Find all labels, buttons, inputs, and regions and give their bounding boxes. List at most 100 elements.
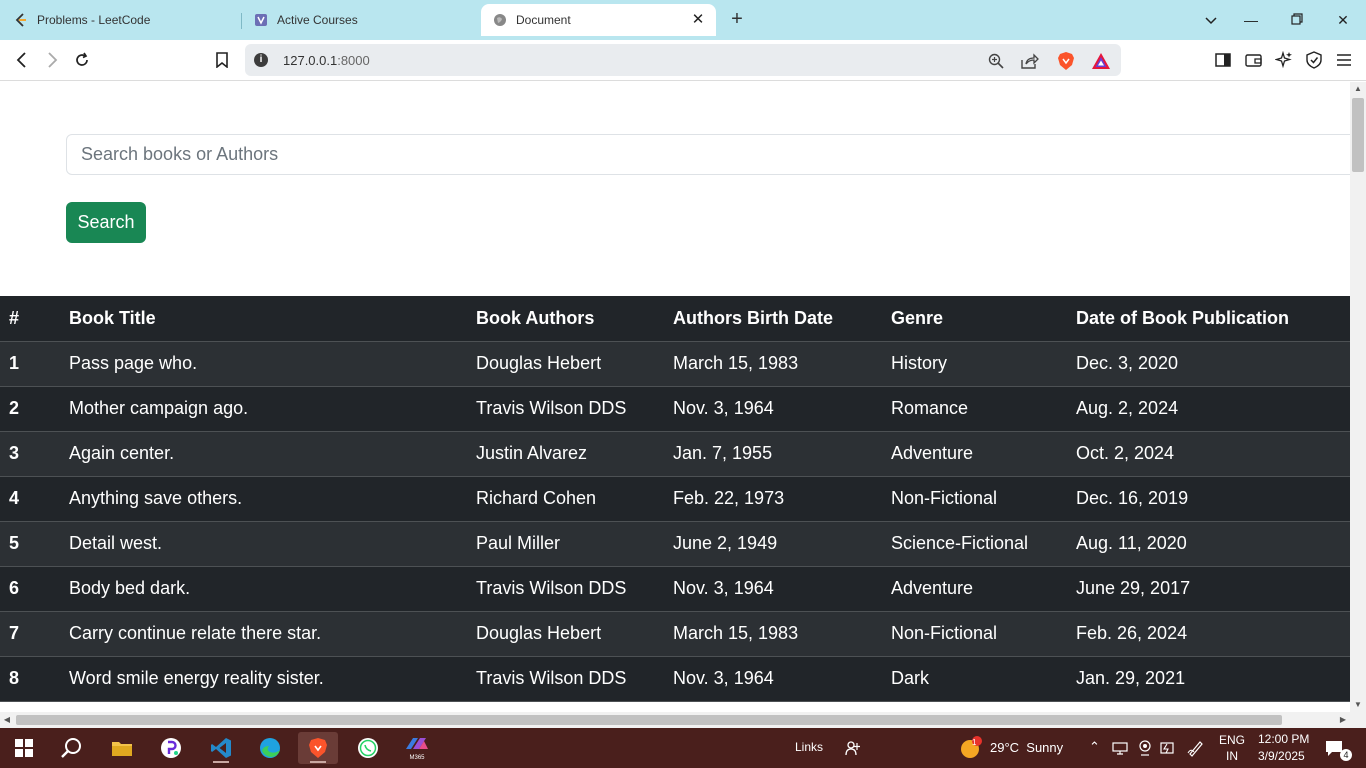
back-icon[interactable] (10, 48, 34, 72)
cell-row-index: 5 (0, 521, 69, 567)
vertical-scrollbar[interactable]: ▲ ▼ (1350, 82, 1366, 712)
tab-separator (241, 13, 242, 29)
cell-publication-date: Oct. 2, 2024 (1076, 431, 1350, 477)
microsoft-365-icon[interactable]: M365 (397, 732, 437, 764)
tab-document[interactable]: Document ✕ (481, 4, 716, 36)
cell-publication-date: Feb. 26, 2024 (1076, 611, 1350, 657)
weather-badge: 1 (972, 738, 977, 747)
cell-book-title: Body bed dark. (69, 566, 476, 612)
brave-browser-icon[interactable] (298, 732, 338, 764)
wallet-icon[interactable] (1241, 48, 1265, 72)
cell-book-title: Pass page who. (69, 341, 476, 387)
windows-start-icon[interactable] (4, 732, 44, 764)
brave-shields-icon[interactable] (1055, 50, 1077, 72)
chevron-up-icon[interactable]: ⌃ (1089, 739, 1100, 755)
cell-row-index: 4 (0, 476, 69, 522)
table-row: 3 Again center. Justin Alvarez Jan. 7, 1955… (0, 431, 1350, 477)
browser-tab-strip: Problems - LeetCode Active Courses Docum… (0, 0, 1366, 40)
vpn-shield-icon[interactable] (1302, 48, 1326, 72)
header-book-title: Book Title (69, 296, 476, 342)
cell-book-author: Travis Wilson DDS (476, 566, 673, 612)
table-row: 4 Anything save others. Richard Cohen Feb. … (0, 476, 1350, 522)
notification-icon[interactable]: 4 (1316, 732, 1352, 764)
leetcode-icon (14, 13, 28, 27)
cell-genre: Romance (891, 386, 1076, 432)
horizontal-scroll-thumb[interactable] (16, 715, 1282, 725)
reload-icon[interactable] (70, 48, 94, 72)
vscode-icon[interactable] (201, 732, 241, 764)
header-book-authors: Book Authors (476, 296, 673, 342)
scroll-up-arrow-icon[interactable]: ▲ (1350, 82, 1366, 96)
vertical-scroll-thumb[interactable] (1352, 98, 1364, 172)
browser-toolbar: i 127.0.0.1:8000 (0, 40, 1366, 81)
zoom-icon[interactable] (985, 50, 1007, 72)
bookmark-icon[interactable] (210, 48, 234, 72)
cell-author-birth-date: Feb. 22, 1973 (673, 476, 891, 522)
header-publication-date: Date of Book Publication (1076, 296, 1350, 342)
tab-leetcode[interactable]: Problems - LeetCode (14, 4, 239, 36)
close-tab-icon[interactable]: ✕ (690, 12, 706, 28)
cell-genre: Non-Fictional (891, 611, 1076, 657)
weather-text[interactable]: 29°C Sunny (990, 740, 1063, 755)
m365-label: M365 (409, 755, 425, 761)
site-info-icon[interactable]: i (254, 53, 268, 67)
cell-publication-date: Dec. 3, 2020 (1076, 341, 1350, 387)
pycharm-icon[interactable] (151, 732, 191, 764)
address-bar[interactable]: i 127.0.0.1:8000 (245, 44, 1121, 76)
close-window-icon[interactable]: ✕ (1331, 8, 1355, 32)
cell-row-index: 2 (0, 386, 69, 432)
cell-row-index: 6 (0, 566, 69, 612)
battery-icon[interactable] (1157, 732, 1179, 764)
language-indicator[interactable]: ENG (1219, 733, 1245, 747)
links-toolbar[interactable]: Links (795, 740, 823, 754)
people-icon[interactable] (833, 732, 873, 764)
cell-book-author: Travis Wilson DDS (476, 386, 673, 432)
share-icon[interactable] (1019, 50, 1041, 72)
cell-author-birth-date: Nov. 3, 1964 (673, 656, 891, 702)
page-viewport: Search # Book Title Book Authors Authors… (0, 82, 1350, 712)
clock-time[interactable]: 12:00 PM (1258, 732, 1309, 746)
cell-row-index: 3 (0, 431, 69, 477)
scrollbar-corner (1350, 712, 1366, 728)
clock-date[interactable]: 3/9/2025 (1258, 749, 1305, 763)
tab-title: Problems - LeetCode (37, 13, 151, 27)
cell-book-title: Anything save others. (69, 476, 476, 522)
leo-ai-icon[interactable] (1272, 48, 1296, 72)
cell-author-birth-date: March 15, 1983 (673, 341, 891, 387)
menu-icon[interactable] (1332, 48, 1356, 72)
restore-icon[interactable] (1285, 8, 1309, 32)
edge-icon[interactable] (250, 732, 290, 764)
cell-book-title: Word smile energy reality sister. (69, 656, 476, 702)
file-explorer-icon[interactable] (102, 732, 142, 764)
search-button[interactable]: Search (66, 202, 146, 243)
forward-icon[interactable] (40, 48, 64, 72)
new-tab-button[interactable]: + (726, 8, 748, 30)
pen-icon[interactable] (1184, 732, 1208, 764)
horizontal-scrollbar[interactable]: ◀ ▶ (0, 712, 1350, 728)
tab-title: Active Courses (277, 13, 358, 27)
sun-weather-icon[interactable]: 1 (953, 732, 987, 764)
scroll-right-arrow-icon[interactable]: ▶ (1336, 712, 1350, 728)
minimize-icon[interactable]: — (1239, 8, 1263, 32)
search-input[interactable] (66, 134, 1350, 175)
header-index: # (0, 296, 69, 342)
network-icon[interactable] (1110, 732, 1130, 764)
tab-active-courses[interactable]: Active Courses (254, 4, 479, 36)
whatsapp-icon[interactable] (348, 732, 388, 764)
search-icon[interactable] (52, 732, 92, 764)
url-text[interactable]: 127.0.0.1:8000 (283, 53, 370, 68)
cell-publication-date: Aug. 2, 2024 (1076, 386, 1350, 432)
table-row: 2 Mother campaign ago. Travis Wilson DDS No… (0, 386, 1350, 432)
webcam-icon[interactable] (1134, 732, 1156, 764)
cell-genre: Non-Fictional (891, 476, 1076, 522)
sidebar-icon[interactable] (1211, 48, 1235, 72)
cell-genre: Dark (891, 656, 1076, 702)
language-region[interactable]: IN (1226, 749, 1238, 763)
brave-rewards-icon[interactable] (1090, 50, 1112, 72)
tab-search-chevron-icon[interactable] (1199, 8, 1223, 32)
notification-count: 4 (1340, 749, 1352, 761)
scroll-left-arrow-icon[interactable]: ◀ (0, 712, 14, 728)
scroll-down-arrow-icon[interactable]: ▼ (1350, 698, 1366, 712)
cell-book-author: Justin Alvarez (476, 431, 673, 477)
cell-author-birth-date: March 15, 1983 (673, 611, 891, 657)
